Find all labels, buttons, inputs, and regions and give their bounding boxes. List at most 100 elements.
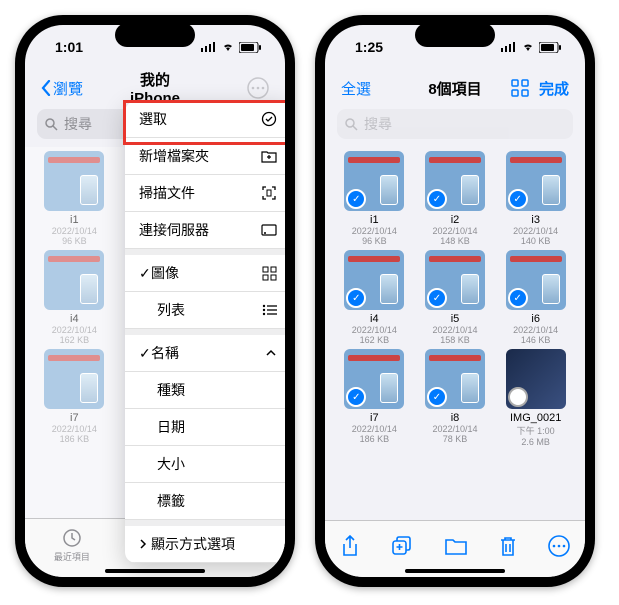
file-item[interactable]: ✓ i12022/10/1496 KB — [335, 151, 414, 246]
tab-label: 最近項目 — [54, 550, 90, 563]
select-all-button[interactable]: 全選 — [341, 78, 417, 99]
search-icon — [45, 118, 58, 131]
dynamic-island — [115, 23, 195, 47]
file-thumbnail: ✓ — [344, 151, 404, 211]
menu-scan[interactable]: 掃描文件 — [125, 175, 285, 212]
menu-connect-server[interactable]: 連接伺服器 — [125, 212, 285, 249]
move-folder-icon[interactable] — [444, 536, 468, 556]
menu-sort-tags[interactable]: 標籤 — [125, 483, 285, 520]
file-thumbnail: ✓ — [506, 250, 566, 310]
more-icon[interactable] — [247, 77, 269, 99]
menu-sort-size[interactable]: 大小 — [125, 446, 285, 483]
share-icon[interactable] — [340, 535, 360, 557]
signal-icon — [201, 42, 217, 52]
list-icon — [262, 304, 277, 316]
selected-check-icon: ✓ — [427, 288, 447, 308]
trash-icon[interactable] — [499, 535, 517, 557]
file-thumbnail: ✓ — [344, 349, 404, 409]
clock-icon — [61, 527, 83, 549]
context-menu: 選取 新增檔案夾 掃描文件 連接伺服器 ✓圖像 列表 — [125, 101, 285, 563]
menu-sort-kind[interactable]: 種類 — [125, 372, 285, 409]
file-size: 140 KB — [521, 236, 551, 246]
file-item[interactable]: ✓ i62022/10/14146 KB — [496, 250, 575, 345]
menu-label: 大小 — [139, 454, 185, 474]
menu-new-folder[interactable]: 新增檔案夾 — [125, 138, 285, 175]
file-size: 162 KB — [360, 335, 390, 345]
file-name: i2 — [451, 214, 460, 226]
file-item[interactable]: IMG_0021下午 1:002.6 MB — [496, 349, 575, 447]
phone-left: 1:01 瀏覽 我的 iPhone 搜尋 i12022/10/1496 KBi4… — [15, 15, 295, 587]
wifi-icon — [521, 42, 535, 52]
file-size: 78 KB — [443, 434, 468, 444]
file-date: 2022/10/14 — [432, 325, 477, 335]
file-item[interactable]: ✓i72022/10/14186 KB — [335, 349, 414, 447]
duplicate-icon[interactable] — [391, 535, 413, 557]
file-date: 下午 1:00 — [517, 424, 555, 437]
home-indicator[interactable] — [405, 569, 505, 573]
file-name: i7 — [370, 412, 379, 424]
menu-label: 連接伺服器 — [139, 220, 209, 240]
dynamic-island — [415, 23, 495, 47]
more-icon[interactable] — [548, 535, 570, 557]
file-item[interactable]: ✓i52022/10/14158 KB — [416, 250, 495, 345]
time-label: 1:25 — [355, 39, 383, 55]
chevron-right-icon — [139, 538, 147, 550]
menu-sort-date[interactable]: 日期 — [125, 409, 285, 446]
home-indicator[interactable] — [105, 569, 205, 573]
status-icons — [201, 42, 261, 53]
file-item[interactable]: ✓ i82022/10/1478 KB — [416, 349, 495, 447]
file-thumbnail — [506, 349, 566, 409]
nav-bar: 全選 8個項目 完成 — [325, 69, 585, 107]
file-date: 2022/10/14 — [513, 325, 558, 335]
file-date: 2022/10/14 — [352, 424, 397, 434]
file-date: 2022/10/14 — [352, 226, 397, 236]
file-name: i1 — [370, 214, 379, 226]
file-date: 2022/10/14 — [352, 325, 397, 335]
search-placeholder: 搜尋 — [364, 114, 392, 134]
file-thumbnail: ✓ — [425, 349, 485, 409]
selected-check-icon: ✓ — [346, 189, 366, 209]
menu-label: 新增檔案夾 — [139, 146, 209, 166]
file-name: IMG_0021 — [510, 412, 561, 424]
unselected-circle-icon — [508, 387, 528, 407]
file-date: 2022/10/14 — [432, 424, 477, 434]
select-circle-icon — [261, 111, 277, 127]
done-button[interactable]: 完成 — [539, 78, 569, 99]
menu-label: 種類 — [139, 380, 185, 400]
file-thumbnail: ✓ — [425, 250, 485, 310]
nav-label: 全選 — [341, 78, 371, 99]
file-date: 2022/10/14 — [432, 226, 477, 236]
back-button[interactable]: 瀏覽 — [41, 78, 117, 99]
tab-recent[interactable]: 最近項目 — [54, 527, 90, 563]
file-size: 96 KB — [362, 236, 387, 246]
scan-icon — [261, 185, 277, 201]
menu-select[interactable]: 選取 — [125, 101, 285, 138]
menu-sort-name[interactable]: ✓名稱 — [125, 329, 285, 372]
menu-label: 掃描文件 — [139, 183, 195, 203]
server-icon — [261, 223, 277, 237]
menu-view-icons[interactable]: ✓圖像 — [125, 249, 285, 292]
nav-title: 8個項目 — [417, 78, 493, 99]
status-icons — [501, 42, 561, 53]
wifi-icon — [221, 42, 235, 52]
menu-view-list[interactable]: 列表 — [125, 292, 285, 329]
grid-view-icon[interactable] — [511, 79, 529, 97]
file-size: 146 KB — [521, 335, 551, 345]
file-item[interactable]: ✓i22022/10/14148 KB — [416, 151, 495, 246]
menu-label: 選取 — [139, 109, 167, 129]
file-name: i6 — [531, 313, 540, 325]
file-item[interactable]: ✓i42022/10/14162 KB — [335, 250, 414, 345]
file-name: i8 — [451, 412, 460, 424]
file-size: 158 KB — [440, 335, 470, 345]
menu-label: 名稱 — [151, 345, 179, 361]
time-label: 1:01 — [55, 39, 83, 55]
grid-icon — [262, 266, 277, 281]
menu-display-options[interactable]: 顯示方式選項 — [125, 520, 285, 563]
file-item[interactable]: ✓i32022/10/14140 KB — [496, 151, 575, 246]
search-icon — [345, 118, 358, 131]
search-placeholder: 搜尋 — [64, 114, 92, 134]
selected-check-icon: ✓ — [427, 189, 447, 209]
menu-label: 標籤 — [139, 491, 185, 511]
selected-check-icon: ✓ — [346, 288, 366, 308]
selected-check-icon: ✓ — [508, 189, 528, 209]
